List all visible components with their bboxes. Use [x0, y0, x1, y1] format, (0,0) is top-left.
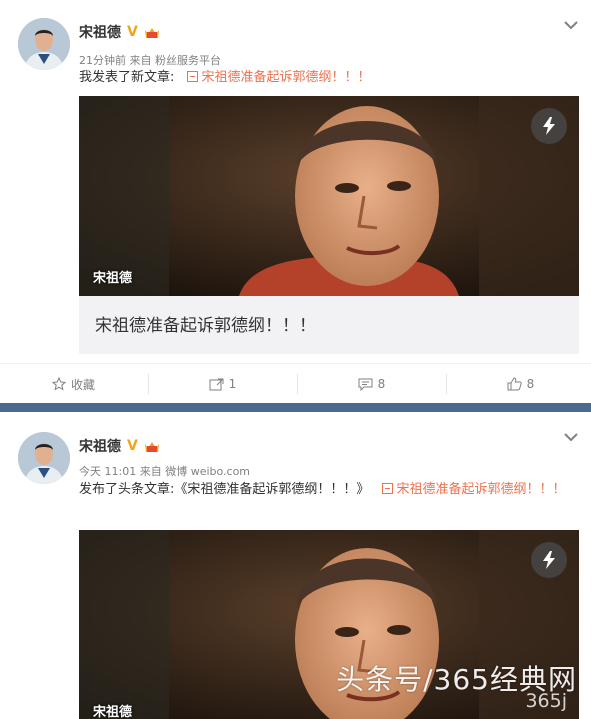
comment-count: 8: [377, 377, 386, 391]
post-meta: 21分钟前 来自 粉丝服务平台: [79, 52, 221, 68]
post-time[interactable]: 今天 11:01: [79, 465, 136, 478]
member-crown-icon: [144, 439, 160, 453]
post-time[interactable]: 21分钟前: [79, 54, 126, 67]
post-text: 发布了头条文章:《宋祖德准备起诉郭德纲！！！》 宋祖德准备起诉郭德纲！！！: [79, 479, 569, 501]
author-row: 宋祖德 V: [79, 436, 160, 456]
repost-count: 1: [228, 377, 237, 391]
face-photo: [79, 96, 579, 296]
action-bar: 收藏 1 8 8: [0, 363, 591, 404]
author-name[interactable]: 宋祖德: [79, 22, 121, 42]
flash-icon[interactable]: [531, 542, 567, 578]
chevron-down-icon[interactable]: [563, 20, 579, 30]
weibo-post-1: 宋祖德 V 21分钟前 来自 粉丝服务平台 我发表了新文章: 宋祖德准备起诉郭德…: [0, 0, 591, 403]
member-crown-icon: [144, 25, 160, 39]
thumbs-up-icon: [507, 377, 522, 391]
article-link-icon: [186, 71, 198, 82]
author-row: 宋祖德 V: [79, 22, 160, 42]
article-link[interactable]: 宋祖德准备起诉郭德纲！！！: [397, 482, 566, 497]
post-body: 发布了头条文章:《宋祖德准备起诉郭德纲！！！》: [79, 482, 370, 497]
post-divider: [0, 403, 591, 412]
author-name[interactable]: 宋祖德: [79, 436, 121, 456]
verified-icon: V: [127, 24, 138, 40]
article-card-title: 宋祖德准备起诉郭德纲！！！: [95, 316, 316, 336]
favorite-label: 收藏: [70, 377, 95, 392]
post-meta: 今天 11:01 来自 微博 weibo.com: [79, 463, 250, 479]
repost-icon: [209, 378, 224, 390]
article-link[interactable]: 宋祖德准备起诉郭德纲！！！: [202, 70, 371, 85]
image-author-label: 宋祖德: [93, 705, 133, 719]
repost-button[interactable]: 1: [149, 364, 296, 404]
post-source: 来自 粉丝服务平台: [129, 54, 222, 67]
star-icon: [51, 377, 66, 391]
comment-icon: [358, 378, 373, 391]
verified-icon: V: [127, 438, 138, 454]
post-body: 我发表了新文章:: [79, 70, 175, 85]
article-card[interactable]: 宋祖德准备起诉郭德纲！！！: [79, 296, 579, 354]
author-avatar[interactable]: [18, 432, 70, 484]
favorite-button[interactable]: 收藏: [0, 364, 147, 404]
flash-icon[interactable]: [531, 108, 567, 144]
watermark-subtext: 365j: [525, 690, 567, 712]
post-text: 我发表了新文章: 宋祖德准备起诉郭德纲！！！: [79, 67, 569, 89]
article-cover-image[interactable]: 宋祖德: [79, 96, 579, 296]
like-count: 8: [526, 377, 535, 391]
comment-button[interactable]: 8: [298, 364, 445, 404]
post-source: 来自 微博 weibo.com: [139, 465, 251, 478]
like-button[interactable]: 8: [447, 364, 591, 404]
image-author-label: 宋祖德: [93, 271, 133, 286]
author-avatar[interactable]: [18, 18, 70, 70]
article-link-icon: [381, 483, 393, 494]
chevron-down-icon[interactable]: [563, 432, 579, 442]
